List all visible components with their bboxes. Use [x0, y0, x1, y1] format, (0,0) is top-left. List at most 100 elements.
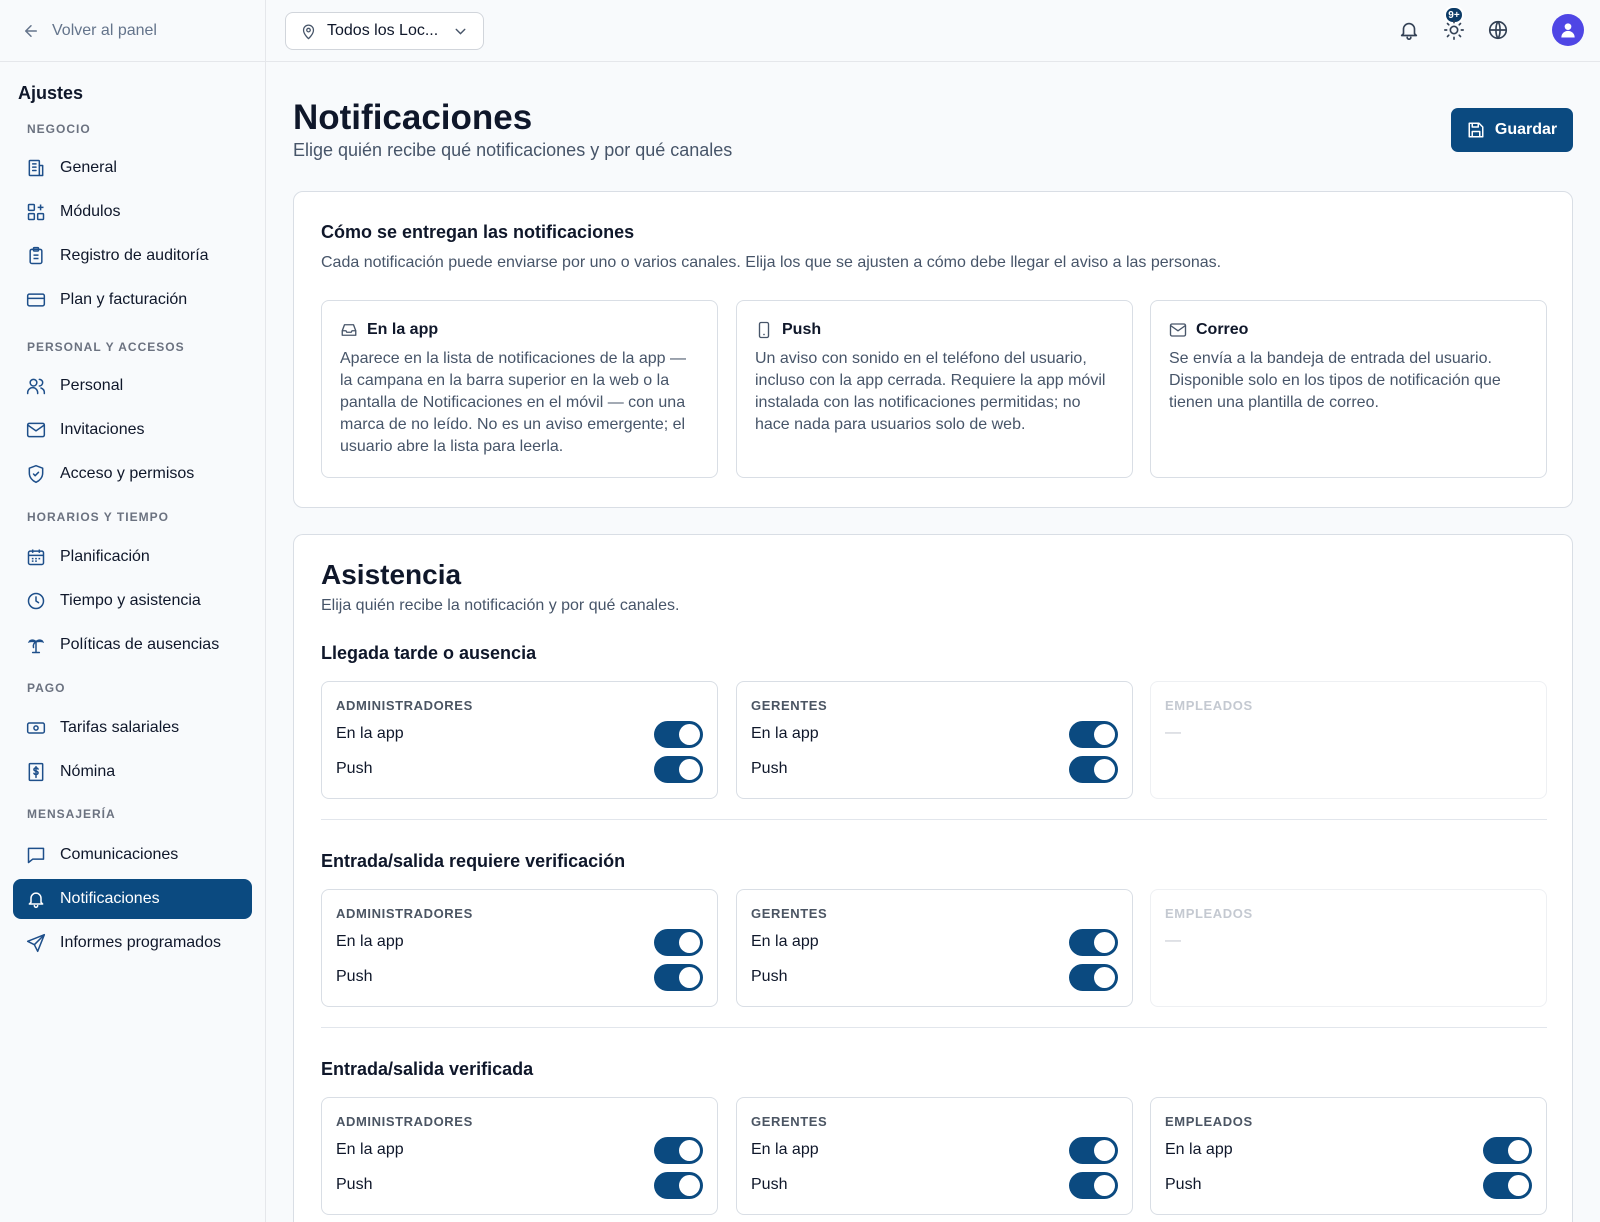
toggle-admin-push[interactable]	[654, 755, 703, 783]
sidebar-item-label: Políticas de ausencias	[60, 636, 220, 653]
sidebar-item-comunicaciones[interactable]: Comunicaciones	[13, 835, 252, 875]
sidebar-item-modulos[interactable]: Módulos	[13, 192, 252, 232]
role-label: ADMINISTRADORES	[336, 698, 473, 713]
toggle-managers-app[interactable]	[1069, 1136, 1118, 1164]
clock-icon	[27, 592, 45, 610]
channel-card-app: En la app Aparece en la lista de notific…	[321, 300, 718, 478]
users-icon	[26, 378, 46, 395]
section-label-horarios: HORARIOS Y TIEMPO	[27, 510, 169, 524]
location-selector[interactable]: Todos los Loc...	[285, 12, 484, 50]
role-label: GERENTES	[751, 906, 828, 921]
sidebar-item-label: Plan y facturación	[60, 291, 188, 308]
section-label-pago: PAGO	[27, 681, 66, 695]
role-box-admin: ADMINISTRADORES En la app Push	[321, 1097, 718, 1215]
role-box-employees: EMPLEADOS —	[1150, 681, 1547, 799]
sidebar-item-tiempo[interactable]: Tiempo y asistencia	[13, 581, 252, 621]
sidebar-item-plan[interactable]: Plan y facturación	[13, 280, 252, 320]
role-label: EMPLEADOS	[1165, 906, 1253, 921]
sidebar-item-personal[interactable]: Personal	[13, 366, 252, 406]
toggle-managers-push[interactable]	[1069, 1171, 1118, 1199]
toggle-managers-push[interactable]	[1069, 755, 1118, 783]
channel-label: Push	[1165, 1176, 1202, 1193]
sidebar-item-label: Planificación	[60, 548, 150, 565]
back-to-dashboard-link[interactable]: Volver al panel	[0, 0, 265, 62]
globe-icon[interactable]	[1487, 19, 1509, 41]
role-box-employees: EMPLEADOS —	[1150, 889, 1547, 1007]
event-title: Entrada/salida verificada	[321, 1059, 534, 1079]
section-label-mensajeria: MENSAJERÍA	[27, 807, 116, 821]
toggle-managers-app[interactable]	[1069, 720, 1118, 748]
sun-icon[interactable]	[1443, 19, 1465, 41]
channel-card-email: Correo Se envía a la bandeja de entrada …	[1150, 300, 1547, 478]
save-button[interactable]: Guardar	[1451, 108, 1573, 152]
channel-name: Correo	[1196, 321, 1249, 338]
chevron-down-icon	[455, 28, 466, 35]
section-label-negocio: NEGOCIO	[27, 122, 91, 136]
sidebar-item-nomina[interactable]: Nómina	[13, 752, 252, 792]
toggle-admin-app[interactable]	[654, 720, 703, 748]
page-subtitle: Elige quién recibe qué notificaciones y …	[293, 140, 733, 160]
role-box-managers: GERENTES En la app Push	[736, 889, 1133, 1007]
sidebar-item-acceso[interactable]: Acceso y permisos	[13, 454, 252, 494]
building-icon	[28, 159, 44, 177]
inbox-icon	[341, 324, 357, 336]
role-box-admin: ADMINISTRADORES En la app Push	[321, 889, 718, 1007]
arrow-left-icon	[25, 24, 37, 37]
user-avatar[interactable]	[1552, 14, 1584, 46]
sidebar-item-invitaciones[interactable]: Invitaciones	[13, 410, 252, 450]
sidebar-item-informes[interactable]: Informes programados	[13, 923, 252, 963]
attendance-card: Asistencia Elija quién recibe la notific…	[293, 534, 1573, 1222]
sidebar-item-label: Personal	[60, 377, 124, 394]
banknote-icon	[26, 722, 46, 734]
sidebar-item-ausencias[interactable]: Políticas de ausencias	[13, 625, 252, 665]
bell-icon	[28, 892, 44, 909]
toggle-admin-app[interactable]	[654, 928, 703, 956]
channel-name: Push	[782, 321, 822, 338]
channel-label: En la app	[751, 933, 819, 950]
mail-icon	[26, 422, 46, 438]
send-icon	[26, 933, 46, 953]
toggle-admin-push[interactable]	[654, 963, 703, 991]
channel-label: Push	[751, 968, 788, 985]
role-label: EMPLEADOS	[1165, 698, 1253, 713]
channel-label: En la app	[751, 725, 819, 742]
sidebar-item-label: Tarifas salariales	[60, 719, 180, 736]
channel-label: En la app	[336, 933, 404, 950]
toggle-employees-push[interactable]	[1483, 1171, 1532, 1199]
back-label: Volver al panel	[52, 21, 157, 39]
bell-icon[interactable]	[1398, 19, 1420, 41]
role-label: EMPLEADOS	[1165, 1114, 1253, 1129]
sidebar-item-label: Comunicaciones	[60, 846, 179, 863]
toggle-admin-push[interactable]	[654, 1171, 703, 1199]
channel-label: Push	[751, 760, 788, 777]
sidebar-item-auditoria[interactable]: Registro de auditoría	[13, 236, 252, 276]
channel-description: Un aviso con sonido en el teléfono del u…	[755, 350, 1106, 433]
user-icon	[1561, 23, 1575, 38]
channel-label: En la app	[336, 725, 404, 742]
save-label: Guardar	[1494, 121, 1558, 138]
role-box-employees: EMPLEADOS En la app Push	[1150, 1097, 1547, 1215]
sidebar-item-tarifas[interactable]: Tarifas salariales	[13, 708, 252, 748]
channel-card-push: Push Un aviso con sonido en el teléfono …	[736, 300, 1133, 478]
mail-icon	[1169, 323, 1187, 337]
divider	[321, 1027, 1547, 1028]
sidebar-item-notificaciones[interactable]: Notificaciones	[13, 879, 252, 919]
toggle-employees-app[interactable]	[1483, 1136, 1532, 1164]
role-box-managers: GERENTES En la app Push	[736, 1097, 1133, 1215]
save-icon	[1468, 122, 1484, 138]
channel-label: En la app	[751, 1141, 819, 1158]
sidebar-item-planificacion[interactable]: Planificación	[13, 537, 252, 577]
channel-label: Push	[336, 1176, 373, 1193]
top-bar: Todos los Loc... 9+	[266, 0, 1600, 62]
empty-dash: —	[1165, 932, 1181, 949]
sidebar-item-general[interactable]: General	[13, 148, 252, 188]
channel-label: En la app	[336, 1141, 404, 1158]
toggle-managers-app[interactable]	[1069, 928, 1118, 956]
toggle-admin-app[interactable]	[654, 1136, 703, 1164]
palm-tree-icon	[27, 639, 45, 654]
toggle-managers-push[interactable]	[1069, 963, 1118, 991]
section-label-personal: PERSONAL Y ACCESOS	[27, 340, 185, 354]
sidebar-item-label: Acceso y permisos	[60, 465, 195, 482]
message-square-icon	[27, 847, 45, 864]
phone-icon	[758, 321, 770, 339]
